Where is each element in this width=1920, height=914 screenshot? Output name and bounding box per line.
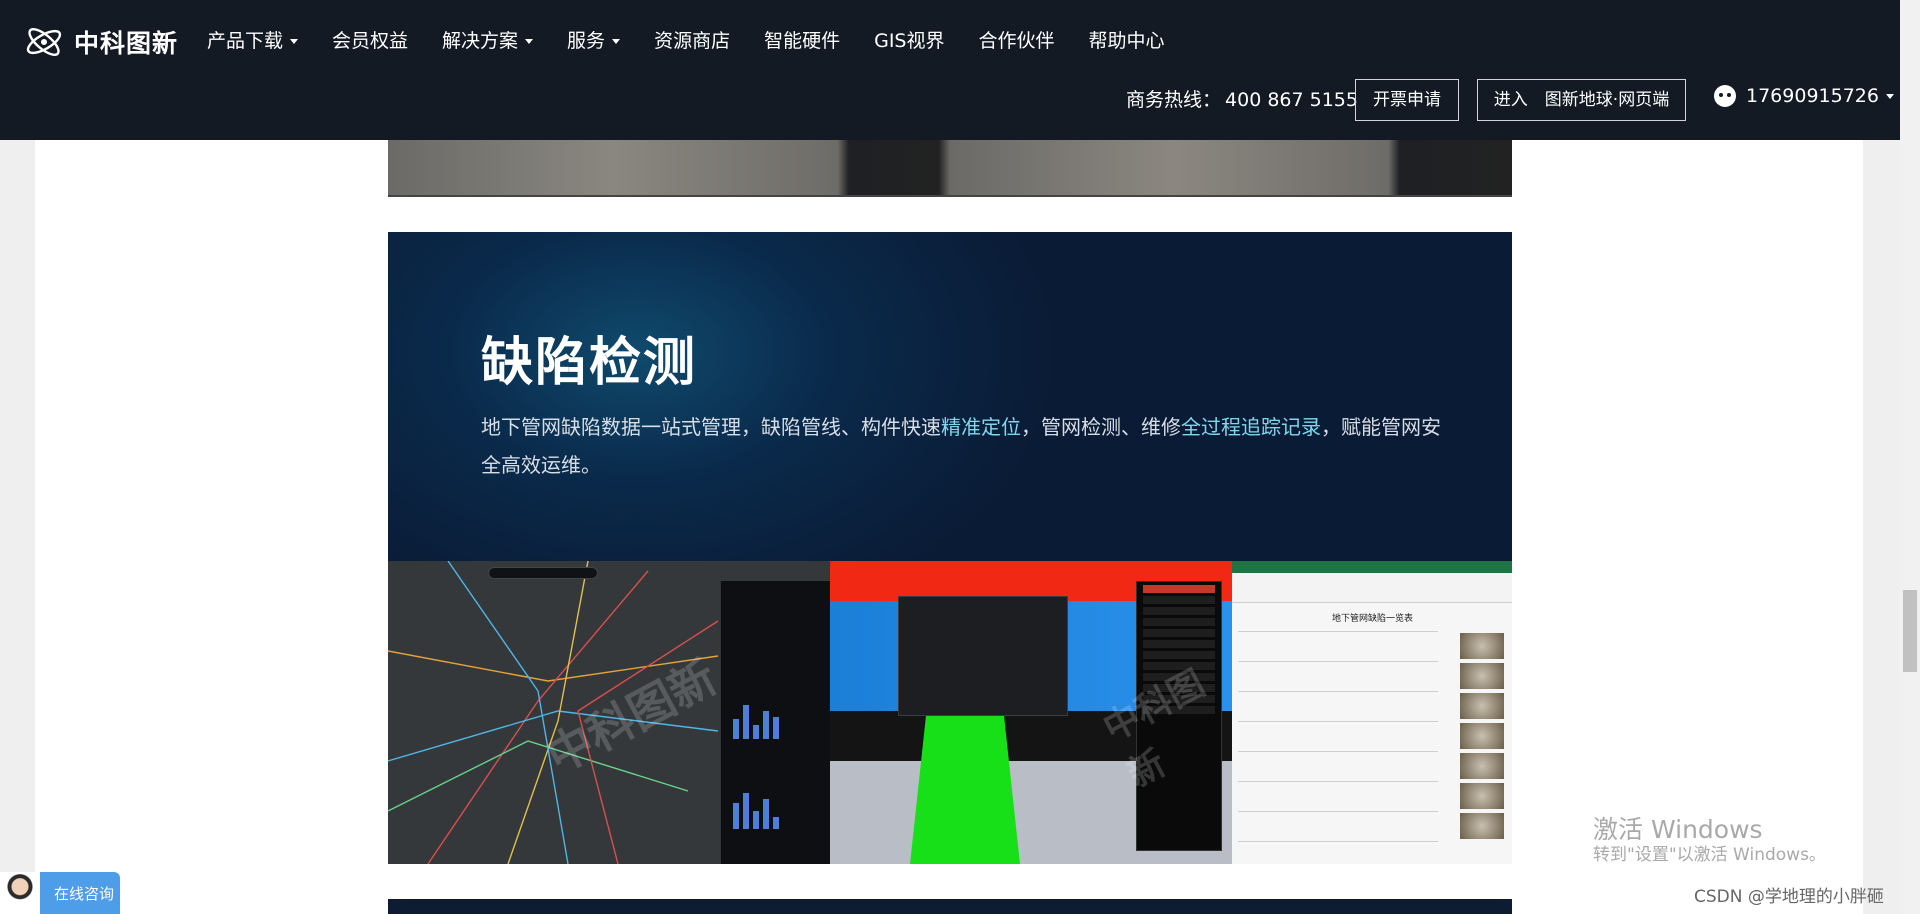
desc-text: 地下管网缺陷数据一站式管理，缺陷管线、构件快速 xyxy=(481,415,941,439)
nav-label: 智能硬件 xyxy=(764,30,841,52)
nav-label: 产品下载 xyxy=(207,30,284,52)
business-hotline: 商务热线： 400 867 5155 xyxy=(1126,85,1358,112)
screenshot-excel-report: 地下管网缺陷一览表 xyxy=(1232,561,1512,864)
agent-avatar-icon xyxy=(0,872,40,914)
previous-section-image xyxy=(388,140,1512,197)
next-section-image xyxy=(388,899,1512,914)
defect-detail-dialog xyxy=(898,596,1068,716)
stats-bar-chart xyxy=(733,789,817,829)
consult-label: 在线咨询 xyxy=(54,884,115,903)
main-nav: 产品下载 会员权益 解决方案 服务 资源商店 智能硬件 GIS视界 合作伙伴 帮… xyxy=(207,26,1182,56)
user-phone: 17690915726 xyxy=(1746,85,1879,107)
section-description: 地下管网缺陷数据一站式管理，缺陷管线、构件快速精准定位，管网检测、维修全过程追踪… xyxy=(481,408,1441,484)
nav-item-services[interactable]: 服务 xyxy=(550,26,637,56)
nav-item-resource-store[interactable]: 资源商店 xyxy=(637,26,747,56)
logo-text: 中科图新 xyxy=(74,29,179,58)
desc-highlight: 全过程追踪记录 xyxy=(1181,415,1321,439)
defect-photo xyxy=(1460,723,1504,749)
excel-sheet-title: 地下管网缺陷一览表 xyxy=(1332,614,1414,624)
logo[interactable]: 中科图新 xyxy=(22,20,178,64)
screenshot-3d-pipe: 中科图新 xyxy=(830,561,1232,864)
hotline-label: 商务热线： xyxy=(1126,89,1222,111)
defect-photo xyxy=(1460,663,1504,689)
caret-down-icon xyxy=(1885,93,1894,99)
map-search-box xyxy=(488,567,598,579)
online-consult-button[interactable]: 在线咨询 xyxy=(0,872,120,914)
desc-highlight: 精准定位 xyxy=(941,415,1021,439)
nav-item-solutions[interactable]: 解决方案 xyxy=(425,26,550,56)
nav-label: GIS视界 xyxy=(874,30,945,52)
stats-side-panel xyxy=(720,581,830,864)
nav-item-partners[interactable]: 合作伙伴 xyxy=(961,26,1071,56)
defect-detection-section: 缺陷检测 地下管网缺陷数据一站式管理，缺陷管线、构件快速精准定位，管网检测、维修… xyxy=(388,232,1512,864)
nav-item-gis-vision[interactable]: GIS视界 xyxy=(857,26,961,56)
logo-mark-icon xyxy=(26,28,62,56)
nav-item-products[interactable]: 产品下载 xyxy=(207,26,315,56)
user-avatar-icon xyxy=(1714,85,1736,107)
defect-photo xyxy=(1460,753,1504,779)
invoice-button[interactable]: 开票申请 xyxy=(1355,79,1459,121)
csdn-credit: CSDN @学地理的小胖砸 xyxy=(1694,887,1884,907)
nav-label: 解决方案 xyxy=(442,30,519,52)
hotline-number: 400 867 5155 xyxy=(1225,89,1358,111)
nav-label: 会员权益 xyxy=(332,30,409,52)
nav-label: 帮助中心 xyxy=(1088,30,1165,52)
nav-label: 合作伙伴 xyxy=(978,30,1055,52)
defect-photo xyxy=(1460,783,1504,809)
product-screenshots: 中科图新 中科图新 地下管网缺陷一览表 xyxy=(388,561,1512,864)
defect-photo xyxy=(1460,633,1504,659)
page-scrollbar[interactable] xyxy=(1900,0,1920,914)
defect-photo xyxy=(1460,693,1504,719)
excel-ribbon xyxy=(1232,573,1512,603)
stats-bar-chart xyxy=(733,699,817,739)
green-pipe xyxy=(910,711,1020,864)
defect-photo xyxy=(1460,813,1504,839)
nav-label: 资源商店 xyxy=(654,30,731,52)
nav-item-help-center[interactable]: 帮助中心 xyxy=(1072,26,1182,56)
user-menu[interactable]: 17690915726 xyxy=(1714,85,1894,107)
desc-text: ，管网检测、维修 xyxy=(1021,415,1181,439)
nav-item-smart-hardware[interactable]: 智能硬件 xyxy=(747,26,857,56)
windows-activation-hint: 转到"设置"以激活 Windows。 xyxy=(1593,845,1826,865)
caret-down-icon xyxy=(525,38,534,44)
nav-item-membership[interactable]: 会员权益 xyxy=(315,26,425,56)
section-title: 缺陷检测 xyxy=(481,333,698,393)
caret-down-icon xyxy=(290,38,299,44)
screenshot-pipe-map: 中科图新 xyxy=(388,561,830,864)
scrollbar-thumb[interactable] xyxy=(1903,590,1917,672)
caret-down-icon xyxy=(612,38,621,44)
top-navbar: 中科图新 产品下载 会员权益 解决方案 服务 资源商店 智能硬件 GIS视界 合… xyxy=(0,0,1900,140)
nav-label: 服务 xyxy=(567,30,606,52)
enter-web-button[interactable]: 进入 图新地球·网页端 xyxy=(1477,79,1686,121)
